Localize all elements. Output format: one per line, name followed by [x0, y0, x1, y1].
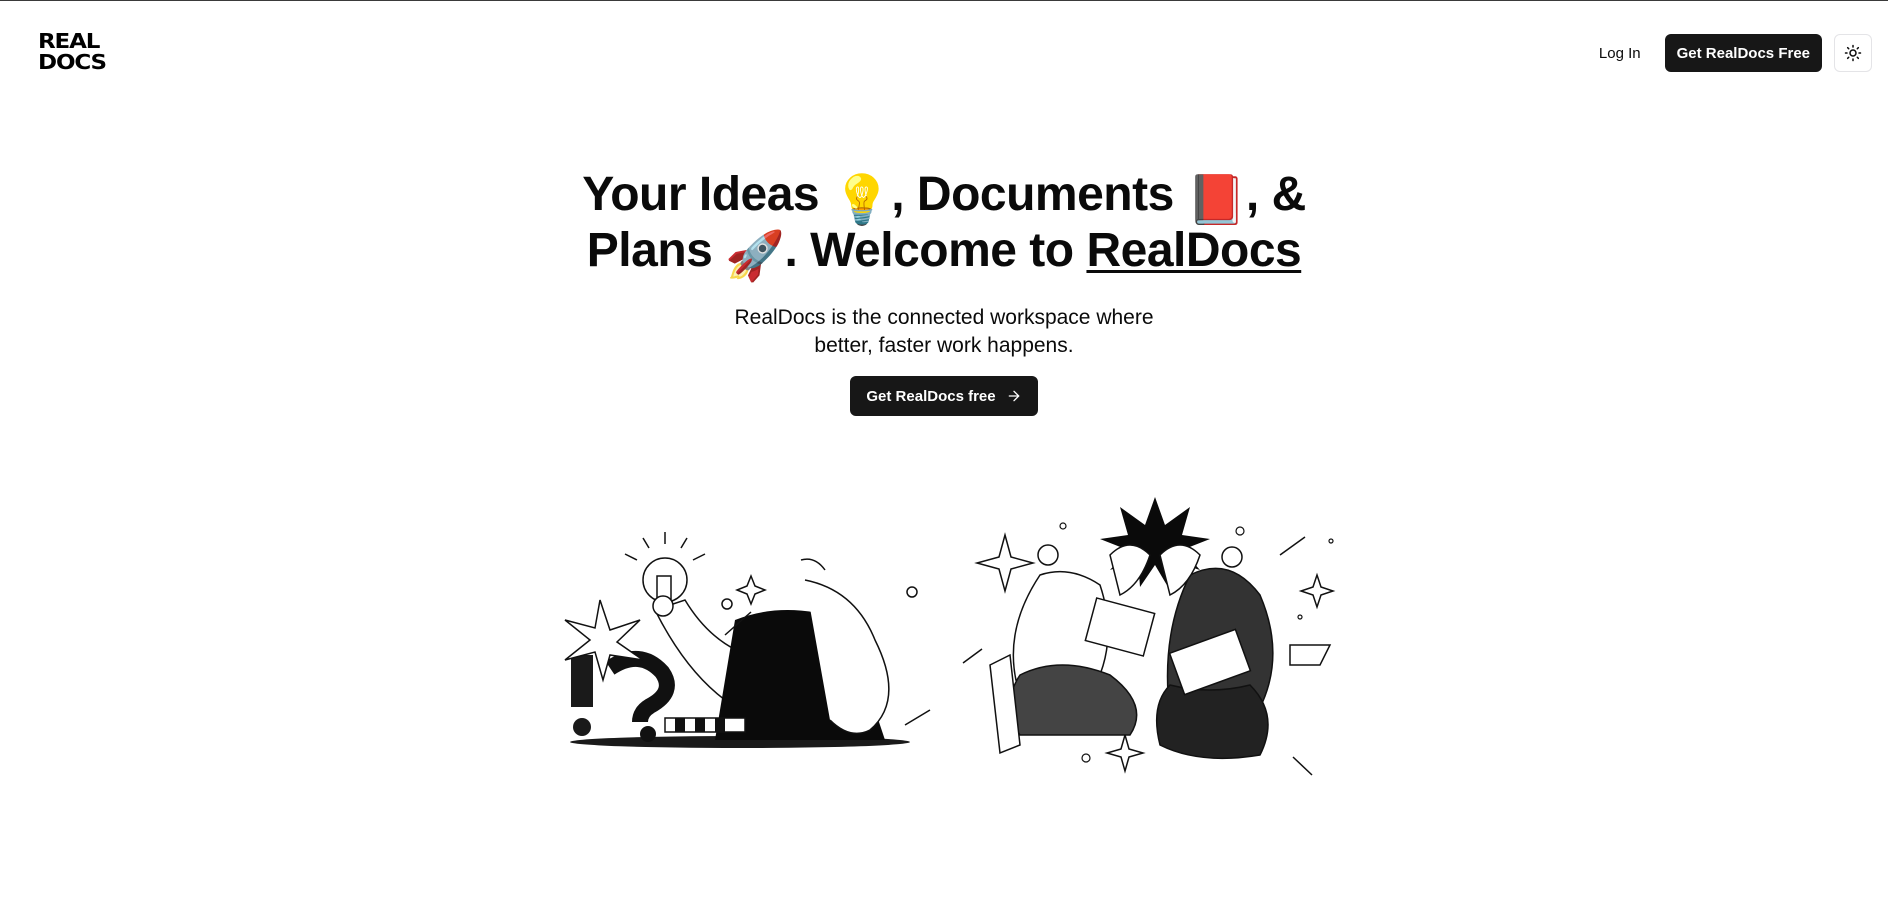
arrow-right-icon	[1008, 390, 1019, 402]
title-brand-name: RealDocs	[1086, 224, 1302, 277]
title-part-ideas: Your Ideas	[582, 168, 820, 221]
hero-title: Your Ideas 💡, Documents 📕, & Plans 🚀. We…	[564, 170, 1324, 282]
hero-section: Your Ideas 💡, Documents 📕, & Plans 🚀. We…	[0, 170, 1888, 416]
hero-subtitle: RealDocs is the connected workspace wher…	[734, 306, 1154, 357]
header-nav: Log In Get RealDocs Free	[1587, 34, 1872, 72]
sun-icon	[1844, 44, 1862, 62]
book-icon: 📕	[1186, 174, 1247, 227]
realdocs-logo[interactable]: REAL DOCS	[38, 31, 107, 72]
get-realdocs-free-button[interactable]: Get RealDocs Free	[1664, 34, 1822, 72]
rocket-icon: 🚀	[725, 230, 785, 283]
login-button[interactable]: Log In	[1587, 34, 1653, 72]
theme-toggle-button[interactable]	[1834, 34, 1872, 72]
high-five-illustration	[962, 497, 1336, 776]
lightbulb-icon: 💡	[831, 174, 892, 227]
logo-line-2: DOCS	[38, 50, 107, 74]
thinking-person-illustration	[564, 532, 931, 748]
title-part-documents: , Documents	[891, 168, 1174, 221]
title-part-welcome: . Welcome to	[784, 224, 1074, 277]
site-header: REAL DOCS Log In Get RealDocs Free	[0, 1, 1888, 103]
logo-line-1: REAL	[38, 29, 100, 53]
get-realdocs-free-hero-button[interactable]: Get RealDocs free	[850, 376, 1038, 416]
cta-label: Get RealDocs free	[866, 387, 996, 405]
